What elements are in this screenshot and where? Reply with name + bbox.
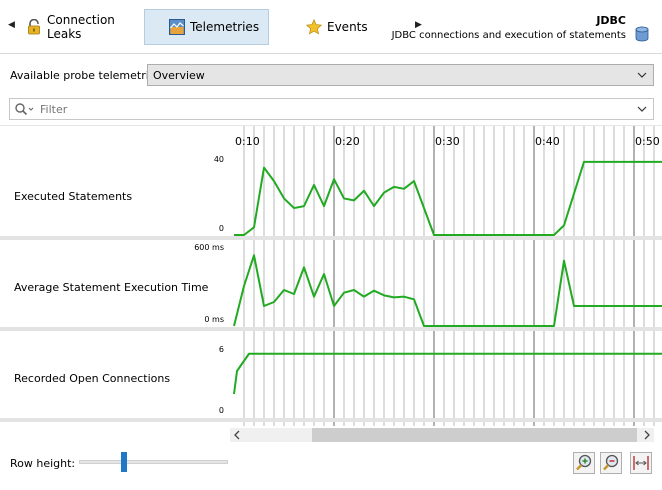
filter-input[interactable] bbox=[40, 102, 600, 116]
tab-bar: ◀ Connection Leaks Telemetries Events ▶ … bbox=[0, 0, 662, 54]
y-tick-label: 0 bbox=[219, 224, 224, 233]
zoom-out-icon bbox=[603, 454, 619, 471]
tab-connection-leaks[interactable]: Connection Leaks bbox=[26, 9, 138, 45]
series-line bbox=[233, 254, 662, 327]
x-tick-label: 0:10 bbox=[235, 135, 260, 148]
horizontal-scrollbar[interactable] bbox=[230, 428, 654, 442]
probe-telemetries-select[interactable]: Overview bbox=[147, 64, 654, 86]
row-height-slider-thumb[interactable] bbox=[120, 452, 127, 472]
database-icon bbox=[635, 26, 649, 42]
tab-telemetries[interactable]: Telemetries bbox=[144, 9, 269, 45]
row-height-slider-track[interactable] bbox=[79, 460, 228, 464]
tab-scroll-right-icon[interactable]: ▶ bbox=[415, 20, 422, 30]
search-icon bbox=[15, 103, 34, 116]
tab-label: Telemetries bbox=[190, 20, 260, 34]
telemetry-chart: 0:10 0:20 0:30 0:40 0:50 0 40 0 ms 600 ms 0 6 bbox=[0, 126, 662, 426]
y-tick-label: 0 bbox=[219, 406, 224, 415]
x-tick-label: 0:40 bbox=[535, 135, 560, 148]
zoom-in-icon bbox=[576, 454, 592, 471]
row-separator bbox=[0, 418, 662, 422]
row-separator bbox=[0, 327, 662, 331]
zoom-in-button[interactable] bbox=[573, 452, 595, 474]
y-tick-label: 0 ms bbox=[204, 315, 224, 324]
x-tick-label: 0:20 bbox=[335, 135, 360, 148]
fit-to-window-button[interactable] bbox=[630, 452, 652, 474]
tab-label: Events bbox=[327, 20, 368, 34]
tab-label: Connection Leaks bbox=[47, 13, 115, 41]
tab-scroll-left-icon[interactable]: ◀ bbox=[8, 20, 15, 30]
probe-telemetries-label: Available probe telemetries: bbox=[10, 69, 166, 82]
series-line bbox=[234, 160, 662, 236]
scroll-right-arrow-icon[interactable] bbox=[640, 428, 654, 442]
probe-subtitle: JDBC connections and execution of statem… bbox=[391, 30, 626, 41]
row-separator bbox=[0, 236, 662, 240]
star-icon bbox=[305, 18, 323, 35]
select-value: Overview bbox=[153, 68, 205, 82]
scroll-left-arrow-icon[interactable] bbox=[230, 428, 244, 442]
y-tick-label: 40 bbox=[214, 155, 224, 164]
tab-events[interactable]: Events bbox=[305, 9, 376, 45]
zoom-out-button[interactable] bbox=[600, 452, 622, 474]
lock-icon bbox=[26, 18, 42, 35]
x-tick-label: 0:30 bbox=[435, 135, 460, 148]
chevron-down-icon bbox=[637, 72, 647, 78]
series-line bbox=[233, 352, 662, 395]
x-tick-label: 0:50 bbox=[635, 135, 660, 148]
telemetry-chart-icon bbox=[169, 19, 185, 35]
probe-title: JDBC bbox=[596, 14, 626, 27]
chevron-down-icon[interactable] bbox=[637, 102, 647, 116]
filter-field[interactable] bbox=[9, 98, 654, 120]
scrollbar-thumb[interactable] bbox=[312, 428, 637, 442]
row-height-label: Row height: bbox=[10, 457, 76, 470]
fit-width-icon bbox=[633, 456, 649, 470]
y-tick-label: 600 ms bbox=[194, 243, 224, 252]
y-tick-label: 6 bbox=[219, 345, 224, 354]
